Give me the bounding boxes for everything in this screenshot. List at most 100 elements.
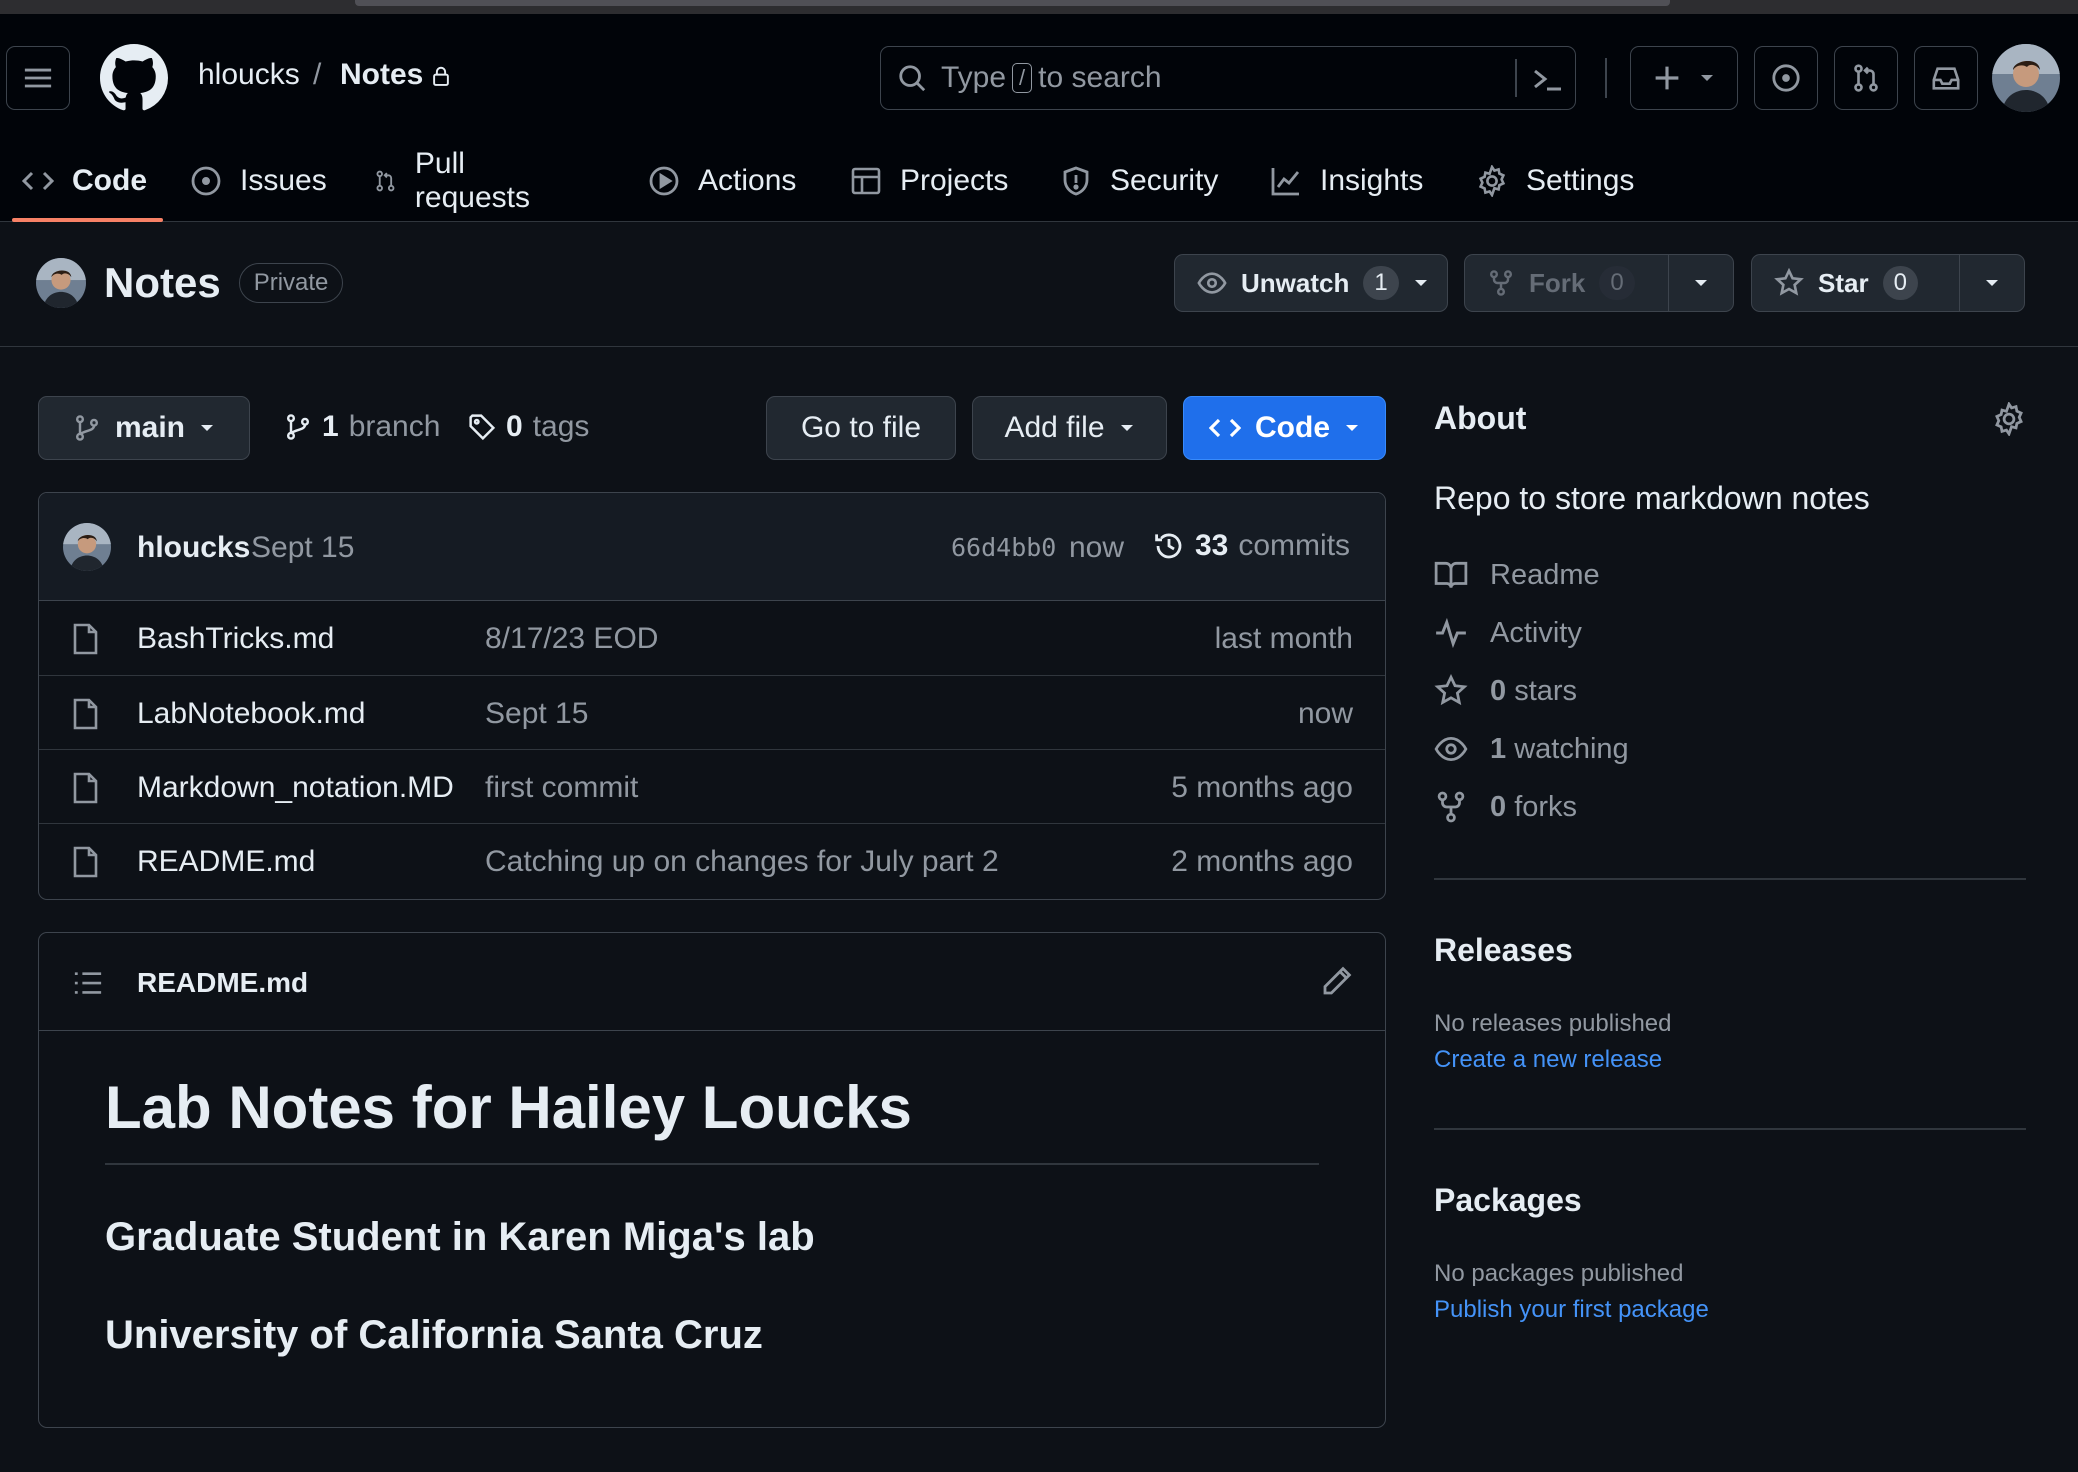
code-button[interactable]: Code (1183, 396, 1386, 460)
create-new-button[interactable] (1630, 46, 1738, 110)
breadcrumb-repo[interactable]: Notes (340, 58, 423, 92)
stars-word: stars (1514, 674, 1578, 707)
stars-link[interactable]: 0 stars (1434, 674, 1577, 708)
readme-panel: README.md Lab Notes for Hailey Loucks Gr… (38, 932, 1386, 1428)
gear-icon (1478, 165, 1506, 197)
commit-author[interactable]: hloucks (137, 531, 250, 565)
watching-link[interactable]: 1 watching (1434, 732, 1629, 766)
file-name[interactable]: LabNotebook.md (137, 697, 366, 731)
go-to-file-button[interactable]: Go to file (766, 396, 956, 460)
readme-link[interactable]: Readme (1434, 558, 1600, 592)
packages-empty-text: No packages published (1434, 1260, 1684, 1287)
breadcrumb-separator: / (313, 58, 322, 91)
commit-author-avatar[interactable] (63, 523, 111, 571)
command-palette-icon[interactable] (1531, 65, 1563, 93)
star-dropdown[interactable] (1958, 255, 2024, 311)
file-name[interactable]: README.md (137, 845, 315, 879)
pull-requests-button[interactable] (1834, 46, 1898, 110)
menu-button[interactable] (6, 46, 70, 110)
star-button[interactable]: Star 0 (1752, 255, 1959, 311)
tab-code[interactable]: Code (12, 140, 163, 222)
activity-link[interactable]: Activity (1434, 616, 1582, 650)
tab-settings[interactable]: Settings (1476, 140, 1634, 222)
code-icon (1209, 418, 1241, 438)
search-divider (1515, 59, 1517, 97)
search-input[interactable]: Type / to search (880, 46, 1576, 110)
owner-avatar[interactable] (36, 258, 86, 308)
tags-link[interactable]: 0 tags (468, 410, 589, 444)
activity-link-label: Activity (1490, 616, 1582, 649)
publish-package-link[interactable]: Publish your first package (1434, 1296, 1709, 1324)
file-icon (73, 846, 98, 878)
search-shortcut-key: / (1012, 63, 1033, 93)
file-name[interactable]: Markdown_notation.MD (137, 771, 454, 805)
chevron-down-icon (1985, 280, 1998, 286)
star-icon (1774, 268, 1804, 296)
git-branch-icon (286, 414, 310, 440)
file-icon (73, 698, 98, 730)
file-commit-message[interactable]: 8/17/23 EOD (485, 622, 658, 656)
chevron-down-icon (201, 425, 214, 431)
tab-label: Code (72, 164, 147, 197)
commit-message[interactable]: Sept 15 (251, 531, 354, 565)
add-file-label: Add file (1004, 411, 1105, 444)
forks-count: 0 (1490, 790, 1507, 823)
file-commit-message[interactable]: first commit (485, 771, 638, 805)
commit-history-link[interactable]: 33 commits (1153, 529, 1350, 563)
tab-pull-requests[interactable]: Pull requests (374, 140, 539, 222)
about-title: About (1434, 400, 1527, 436)
fork-label: Fork (1529, 267, 1586, 298)
add-file-button[interactable]: Add file (972, 396, 1167, 460)
tab-projects[interactable]: Projects (850, 140, 1008, 222)
commit-hash[interactable]: 66d4bb0 (951, 533, 1056, 562)
header-divider-line (0, 346, 2078, 347)
repo-name[interactable]: Notes (104, 259, 221, 307)
tab-security[interactable]: Security (1060, 140, 1218, 222)
repo-description: Repo to store markdown notes (1434, 480, 1870, 516)
file-row[interactable]: LabNotebook.md Sept 15 now (39, 675, 1385, 749)
tab-label: Settings (1526, 164, 1635, 197)
file-row[interactable]: Markdown_notation.MD first commit 5 mont… (39, 749, 1385, 823)
watch-dropdown[interactable] (1413, 255, 1443, 311)
file-commit-time: 5 months ago (1171, 771, 1353, 804)
search-placeholder-prefix: Type (941, 61, 1007, 94)
releases-title[interactable]: Releases (1434, 932, 1573, 969)
readme-filename[interactable]: README.md (137, 967, 308, 999)
tab-issues[interactable]: Issues (190, 140, 327, 222)
tab-label: Actions (698, 164, 797, 197)
file-commit-message[interactable]: Catching up on changes for July part 2 (485, 845, 999, 879)
pencil-icon[interactable] (1321, 965, 1353, 997)
fork-button-group: Fork 0 (1464, 254, 1734, 312)
forks-link[interactable]: 0 forks (1434, 790, 1577, 824)
user-avatar[interactable] (1992, 44, 2060, 112)
github-logo-icon[interactable] (100, 44, 168, 112)
inbox-button[interactable] (1914, 46, 1978, 110)
file-commit-message[interactable]: Sept 15 (485, 697, 588, 731)
plus-icon (1655, 66, 1679, 90)
packages-title[interactable]: Packages (1434, 1182, 1582, 1219)
file-name[interactable]: BashTricks.md (137, 622, 334, 656)
file-row[interactable]: README.md Catching up on changes for Jul… (39, 823, 1385, 897)
git-branch-icon (75, 415, 99, 441)
gear-icon[interactable] (1992, 402, 2026, 436)
table-icon (851, 167, 881, 195)
fork-button[interactable]: Fork 0 (1465, 255, 1668, 311)
breadcrumb-owner[interactable]: hloucks (198, 58, 300, 92)
branches-link[interactable]: 1 branch (284, 410, 440, 444)
tag-word: tags (532, 410, 590, 443)
fork-counter: 0 (1599, 266, 1635, 300)
unwatch-button[interactable]: Unwatch 1 (1175, 255, 1413, 311)
branch-select-button[interactable]: main (38, 396, 250, 460)
readme-subheading: University of California Santa Cruz (105, 1313, 763, 1357)
tab-insights[interactable]: Insights (1270, 140, 1423, 222)
issues-button[interactable] (1754, 46, 1818, 110)
chevron-down-icon (1346, 425, 1358, 431)
tab-label: Insights (1320, 164, 1424, 197)
file-row[interactable]: BashTricks.md 8/17/23 EOD last month (39, 601, 1385, 675)
fork-dropdown[interactable] (1667, 255, 1733, 311)
sidebar-divider (1434, 878, 2026, 880)
tab-actions[interactable]: Actions (648, 140, 796, 222)
list-unordered-icon[interactable] (73, 969, 103, 997)
create-release-link[interactable]: Create a new release (1434, 1046, 1662, 1074)
chevron-down-icon (1701, 75, 1713, 81)
